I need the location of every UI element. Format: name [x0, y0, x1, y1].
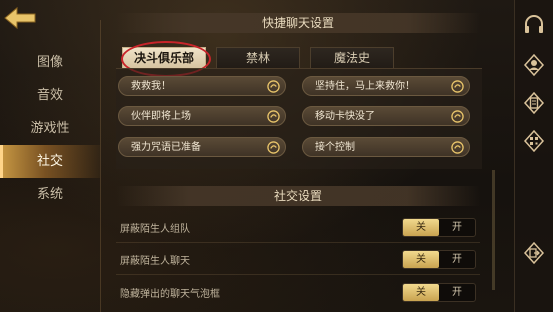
- toggle-off-option[interactable]: 关: [403, 251, 439, 268]
- phrase-label: 接个控制: [315, 142, 355, 153]
- nav-item-system[interactable]: 系统: [0, 178, 100, 211]
- right-toolbar: [514, 0, 553, 312]
- tab-history-of-magic[interactable]: 魔法史: [310, 47, 394, 68]
- row-label: 屏蔽陌生人组队: [120, 224, 190, 235]
- nav-divider: [100, 20, 101, 312]
- row-label: 屏蔽陌生人聊天: [120, 256, 190, 267]
- toggle-off-option[interactable]: 关: [403, 284, 439, 301]
- phrase-item[interactable]: 接个控制: [302, 137, 470, 157]
- exit-icon: [523, 242, 545, 264]
- toggle-off-option[interactable]: 关: [403, 219, 439, 236]
- tab-forbidden-forest[interactable]: 禁林: [216, 47, 300, 68]
- qr-code-icon: [523, 130, 545, 152]
- profile-button[interactable]: [521, 52, 547, 78]
- quick-chat-header: 快捷聊天设置: [116, 13, 480, 33]
- social-row-block-team: 屏蔽陌生人组队 关 开: [116, 215, 480, 241]
- edit-swirl-icon[interactable]: [267, 141, 280, 154]
- scrollbar[interactable]: [492, 170, 495, 290]
- social-settings-header: 社交设置: [116, 186, 480, 206]
- edit-swirl-icon[interactable]: [267, 80, 280, 93]
- edit-swirl-icon[interactable]: [451, 80, 464, 93]
- edit-swirl-icon[interactable]: [451, 110, 464, 123]
- row-divider: [116, 274, 480, 275]
- notebook-button[interactable]: [521, 90, 547, 116]
- headset-icon: [525, 15, 543, 33]
- nav-item-gameplay[interactable]: 游戏性: [0, 112, 100, 145]
- toggle-on-option[interactable]: 开: [439, 251, 475, 268]
- phrase-label: 移动卡快没了: [315, 111, 375, 122]
- nav-item-graphics[interactable]: 图像: [0, 46, 100, 79]
- phrase-label: 救救我！: [131, 81, 171, 92]
- notebook-icon: [523, 92, 545, 114]
- phrase-item[interactable]: 强力咒语已准备: [118, 137, 286, 157]
- phrase-item[interactable]: 移动卡快没了: [302, 106, 470, 126]
- headset-button[interactable]: [521, 12, 547, 38]
- qr-code-button[interactable]: [521, 128, 547, 154]
- toggle-on-option[interactable]: 开: [439, 284, 475, 301]
- edit-swirl-icon[interactable]: [267, 110, 280, 123]
- toggle-switch[interactable]: 关 开: [402, 283, 476, 302]
- toggle-switch[interactable]: 关 开: [402, 250, 476, 269]
- row-label: 隐藏弹出的聊天气泡框: [120, 289, 220, 300]
- phrase-label: 坚持住，马上来救你！: [315, 81, 415, 92]
- phrase-label: 强力咒语已准备: [131, 142, 201, 153]
- avatar-pin-icon: [523, 54, 545, 76]
- toggle-on-option[interactable]: 开: [439, 219, 475, 236]
- back-arrow-icon: [4, 6, 36, 30]
- row-divider: [116, 242, 480, 243]
- phrase-item[interactable]: 伙伴即将上场: [118, 106, 286, 126]
- nav-item-audio[interactable]: 音效: [0, 79, 100, 112]
- settings-nav: 图像 音效 游戏性 社交 系统: [0, 46, 100, 211]
- back-button[interactable]: [0, 0, 40, 36]
- social-row-block-chat: 屏蔽陌生人聊天 关 开: [116, 247, 480, 273]
- edit-swirl-icon[interactable]: [451, 141, 464, 154]
- social-row-hide-bubble: 隐藏弹出的聊天气泡框 关 开: [116, 280, 480, 306]
- phrase-item[interactable]: 救救我！: [118, 76, 286, 96]
- toggle-switch[interactable]: 关 开: [402, 218, 476, 237]
- nav-item-social[interactable]: 社交: [0, 145, 100, 178]
- phrase-item[interactable]: 坚持住，马上来救你！: [302, 76, 470, 96]
- phrase-label: 伙伴即将上场: [131, 111, 191, 122]
- exit-button[interactable]: [521, 240, 547, 266]
